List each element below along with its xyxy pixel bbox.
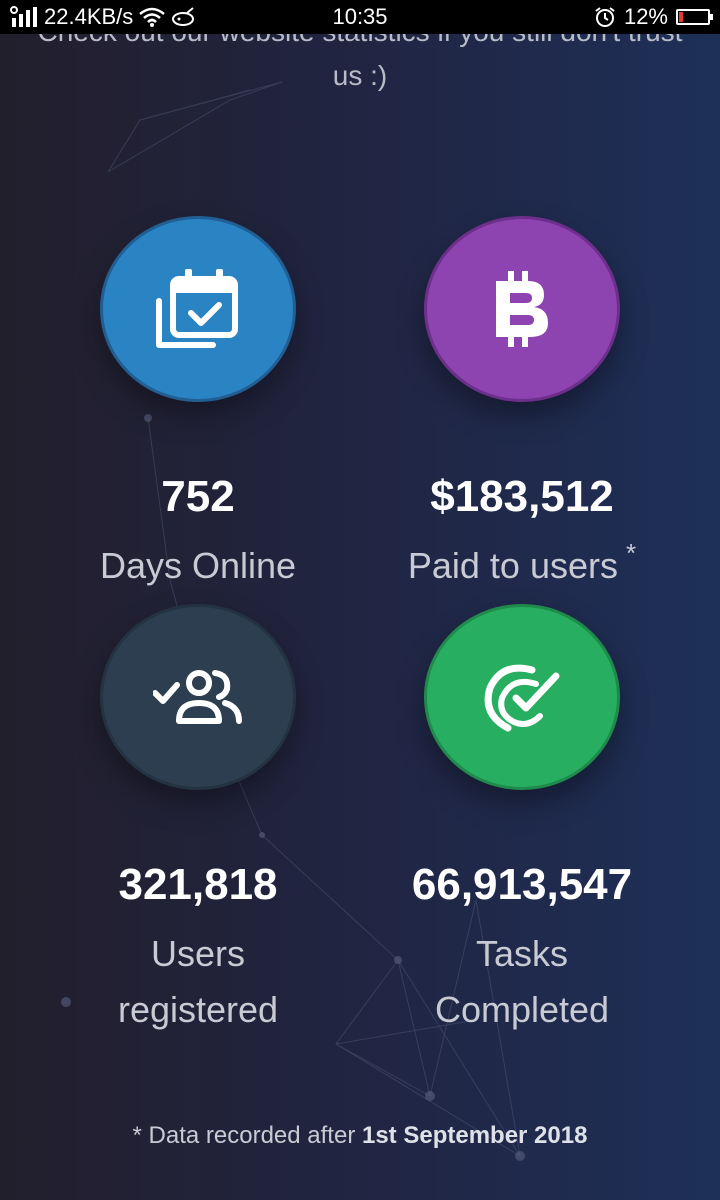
stat-value: 752	[161, 472, 235, 521]
bitcoin-icon	[496, 271, 548, 347]
stat-icon-circle	[100, 604, 296, 790]
stat-label-wrapper: Paid to users *	[362, 538, 682, 594]
battery-icon	[676, 9, 713, 25]
footnote-date: 1st September 2018	[361, 1122, 588, 1149]
status-bar: 22.4KB/s 10:35 12%	[0, 0, 720, 34]
stat-label-line2: registered	[117, 989, 279, 1030]
stat-label: Users registered	[38, 926, 358, 1038]
stat-tasks-completed: 66,913,547 Tasks Completed	[362, 604, 682, 1038]
users-check-icon	[153, 670, 242, 724]
stat-icon-circle	[100, 216, 296, 402]
stat-label: Days Online	[99, 545, 297, 586]
stat-label-line1: Tasks	[475, 933, 569, 974]
stat-value: 321,818	[118, 860, 278, 909]
stat-value: 66,913,547	[411, 860, 633, 909]
stat-label-line1: Users	[150, 933, 245, 974]
stat-label: Tasks Completed	[362, 926, 682, 1038]
stat-label: Paid to users	[407, 545, 618, 586]
stat-users-registered: 321,818 Users registered	[38, 604, 358, 1038]
intro-text-line2: us :)	[332, 60, 388, 91]
stat-paid-to-users: $183,512 Paid to users *	[362, 216, 682, 594]
stat-days-online: 752 Days Online	[38, 216, 358, 594]
stat-icon-circle	[424, 604, 620, 790]
stat-icon-circle	[424, 216, 620, 402]
status-bar-right: 12%	[594, 4, 713, 30]
stat-label-line2: Completed	[434, 989, 610, 1030]
alarm-icon	[595, 7, 615, 27]
calendar-check-icon	[156, 269, 238, 348]
footnote: * Data recorded after 1st September 2018	[0, 1122, 720, 1150]
task-check-icon	[484, 664, 560, 732]
stat-value: $183,512	[430, 472, 614, 521]
battery-percent: 12%	[623, 4, 668, 29]
footnote-prefix: * Data recorded after	[132, 1122, 362, 1149]
footnote-marker: *	[626, 538, 637, 568]
